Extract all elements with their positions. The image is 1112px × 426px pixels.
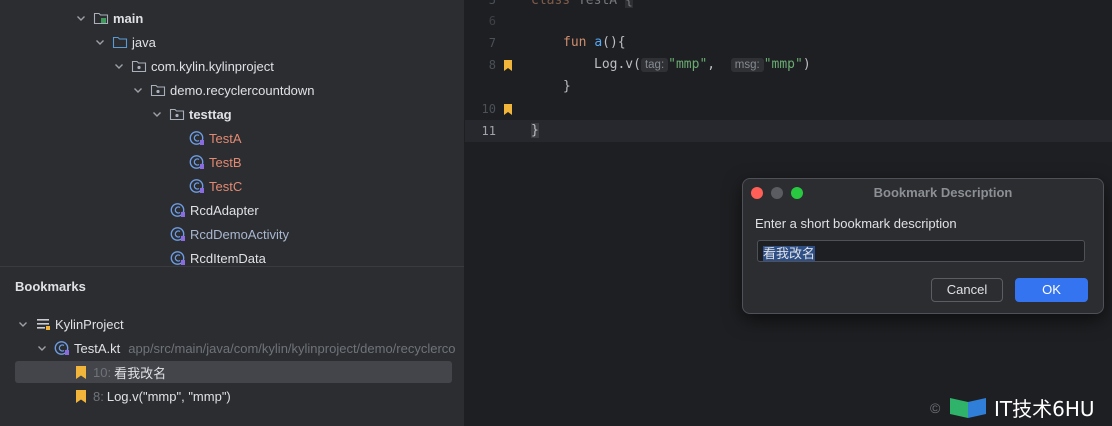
package-icon [169, 106, 185, 122]
keyword: fun [563, 35, 587, 50]
gutter-bookmark-icon[interactable] [504, 103, 512, 115]
tree-item-label: main [113, 10, 144, 26]
tree-item-package[interactable]: demo.recyclercountdown [132, 78, 315, 102]
code-line-10: } [563, 79, 571, 94]
bookmark-description-dialog: Bookmark Description Enter a short bookm… [742, 178, 1104, 314]
code-line-8: Log.v(tag: "mmp", msg: "mmp") [594, 57, 811, 72]
param-hint: msg: [730, 58, 764, 72]
project-tree: main java com.kylin.kylinproject demo.re… [0, 0, 464, 266]
bookmark-line-number: 10: [93, 364, 112, 380]
kotlin-class-icon [170, 250, 186, 266]
tree-item-label: RcdAdapter [190, 202, 259, 218]
keyword: class [531, 0, 571, 8]
tree-item-label: RcdDemoActivity [190, 226, 289, 242]
tree-item-file[interactable]: RcdAdapter [170, 198, 259, 222]
dialog-title: Bookmark Description [873, 185, 1013, 200]
package-icon [131, 58, 147, 74]
cancel-button[interactable]: Cancel [931, 278, 1003, 302]
code-line-11: } [531, 123, 539, 138]
brace: } [531, 123, 539, 138]
line-number: 5 [488, 0, 496, 7]
input-selected-text: 看我改名 [763, 246, 816, 261]
watermark-copyright: © [930, 400, 941, 416]
watermark-text: IT技术6HU [994, 396, 1095, 421]
module-folder-icon [93, 10, 109, 26]
tree-item-java[interactable]: java [94, 30, 156, 54]
kotlin-class-icon [54, 340, 70, 356]
chevron-down-icon[interactable] [36, 342, 48, 354]
kotlin-class-icon [189, 130, 205, 146]
param-hint: tag: [640, 58, 669, 72]
kotlin-class-icon [189, 154, 205, 170]
code-text: (){ [602, 35, 626, 50]
chevron-down-icon[interactable] [94, 36, 106, 48]
tree-item-main[interactable]: main [75, 6, 143, 30]
line-number: 7 [488, 36, 496, 50]
panel-divider[interactable] [0, 266, 464, 267]
watermark-logo-icon [948, 394, 988, 420]
line-number: 6 [488, 14, 496, 28]
tree-item-label: RcdItemData [190, 250, 266, 266]
tree-item-package[interactable]: com.kylin.kylinproject [113, 54, 274, 78]
bookmark-entry[interactable]: 10: 看我改名 [76, 360, 166, 384]
bookmark-file-label: TestA.kt [74, 340, 121, 356]
description-input[interactable]: 看我改名 [757, 240, 1085, 262]
bookmark-file-path: app/src/main/java/com/kylin/kylinproject… [128, 340, 456, 356]
tree-item-file[interactable]: RcdDemoActivity [170, 222, 289, 246]
bookmark-project-row[interactable]: KylinProject [17, 312, 124, 336]
tree-item-file[interactable]: TestA [189, 126, 242, 150]
bookmark-line-number: 8: [93, 388, 104, 404]
bookmark-icon [76, 365, 86, 379]
list-icon [35, 316, 51, 332]
bookmark-file-row[interactable]: TestA.kt app/src/main/java/com/kylin/kyl… [36, 336, 456, 360]
chevron-down-icon[interactable] [17, 318, 29, 330]
tree-item-label: TestA [209, 130, 242, 146]
chevron-down-icon[interactable] [113, 60, 125, 72]
tree-item-file[interactable]: TestC [189, 174, 242, 198]
dialog-prompt: Enter a short bookmark description [755, 216, 957, 231]
tree-item-label: testtag [189, 106, 232, 122]
function-name: a [594, 35, 603, 50]
bookmark-description: Log.v("mmp", "mmp") [106, 388, 231, 404]
package-icon [150, 82, 166, 98]
code-text: , [707, 57, 716, 72]
line-number: 11 [481, 124, 496, 138]
current-line-highlight [465, 120, 1112, 142]
tree-item-label: TestB [209, 154, 242, 170]
chevron-down-icon[interactable] [132, 84, 144, 96]
tree-item-label: com.kylin.kylinproject [151, 58, 274, 74]
code-line-7: fun a(){ [563, 35, 626, 50]
tree-item-file[interactable]: RcdItemData [170, 246, 266, 266]
tree-item-file[interactable]: TestB [189, 150, 242, 174]
class-name: TestA [577, 0, 618, 8]
tree-item-label: TestC [209, 178, 243, 194]
tree-item-label: demo.recyclercountdown [170, 82, 315, 98]
gutter-bookmark-icon[interactable] [504, 59, 512, 71]
source-folder-icon [112, 34, 128, 50]
kotlin-class-icon [189, 178, 205, 194]
brace: { [624, 0, 633, 8]
code-text: ) [802, 57, 811, 72]
line-number: 10 [481, 102, 496, 116]
tree-item-label: java [132, 34, 156, 50]
chevron-down-icon[interactable] [151, 108, 163, 120]
kotlin-class-icon [170, 202, 186, 218]
bookmark-project-label: KylinProject [55, 316, 124, 332]
bookmarks-panel-title: Bookmarks [15, 279, 86, 294]
watermark: IT技术6HU [948, 392, 1095, 422]
ok-button[interactable]: OK [1015, 278, 1088, 302]
chevron-down-icon[interactable] [75, 12, 87, 24]
left-panel: main java com.kylin.kylinproject demo.re… [0, 0, 464, 426]
bookmark-icon [76, 389, 86, 403]
code-text: Log.v( [594, 57, 641, 72]
kotlin-class-icon [170, 226, 186, 242]
string-literal: "mmp" [668, 57, 708, 72]
code-line-5: class TestA { [531, 0, 633, 8]
bookmark-entry[interactable]: 8: Log.v("mmp", "mmp") [76, 384, 231, 408]
bookmark-description: 看我改名 [114, 365, 167, 381]
tree-item-package[interactable]: testtag [151, 102, 232, 126]
line-number: 8 [488, 58, 496, 72]
string-literal: "mmp" [763, 57, 803, 72]
